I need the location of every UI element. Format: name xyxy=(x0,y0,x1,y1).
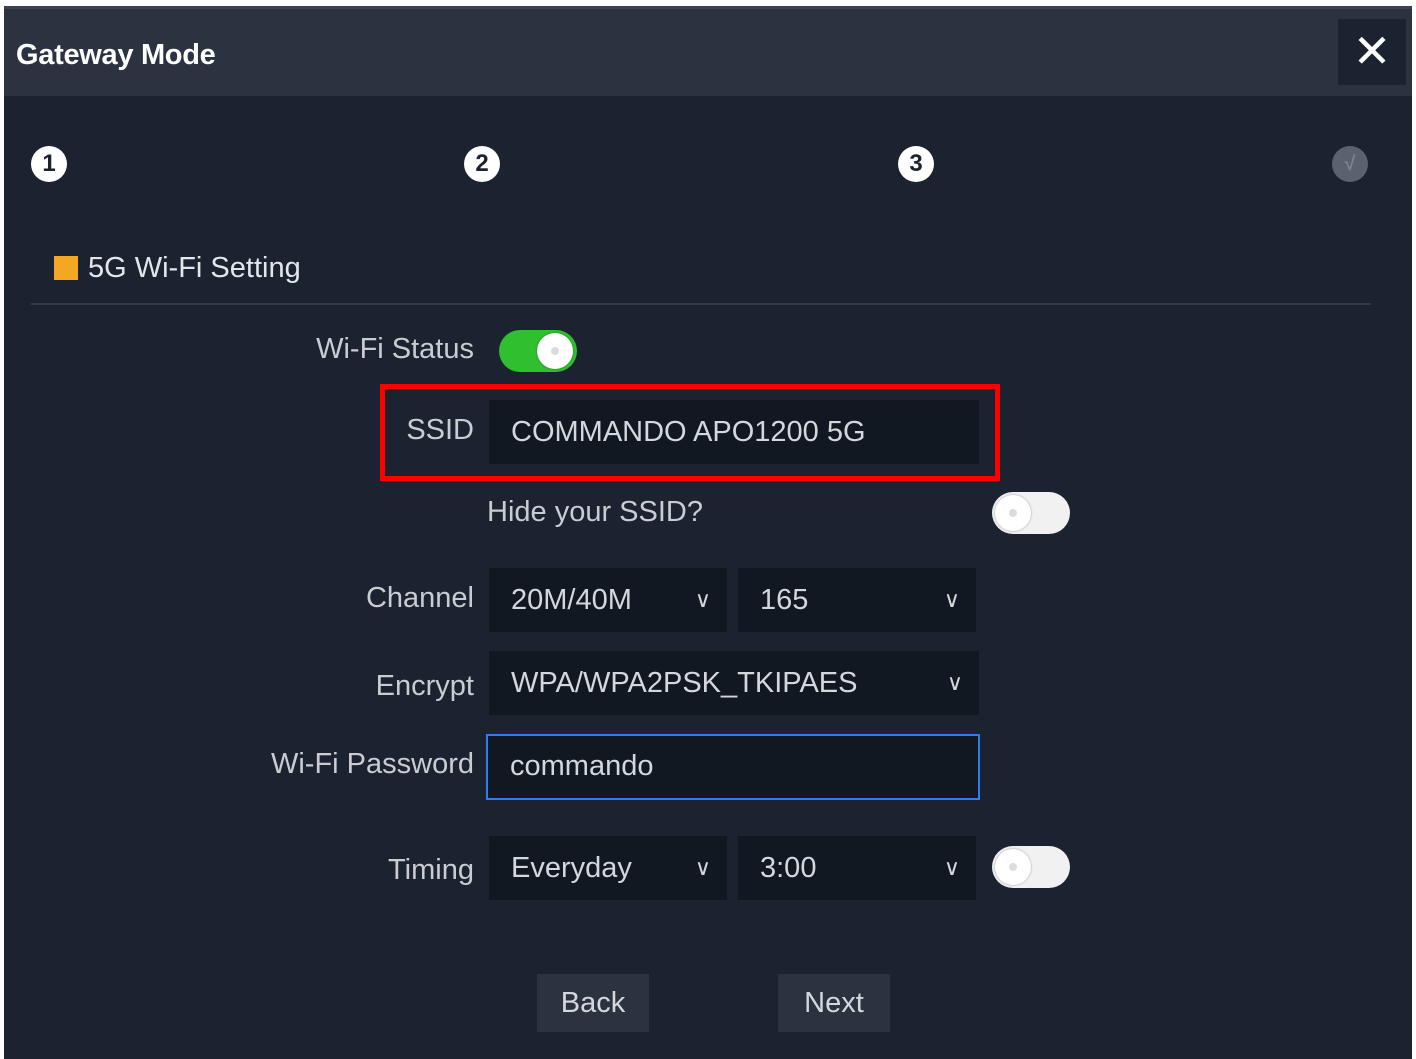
channel-label: Channel xyxy=(365,582,474,614)
section-header: 5G Wi-Fi Setting xyxy=(54,250,301,286)
dialog-titlebar: Gateway Mode ✕ xyxy=(4,6,1412,96)
ssid-input[interactable]: COMMANDO APO1200 5G xyxy=(489,400,979,464)
step-3-indicator: 3 xyxy=(898,146,934,182)
hide-ssid-toggle[interactable] xyxy=(992,492,1070,534)
wifi-status-label: Wi-Fi Status xyxy=(316,333,474,365)
section-divider xyxy=(31,303,1371,305)
channel-bandwidth-select[interactable]: 20M/40M ∨ xyxy=(489,568,727,632)
chevron-down-icon: ∨ xyxy=(943,855,960,880)
timing-day-value: Everyday xyxy=(511,852,632,884)
next-button[interactable]: Next xyxy=(778,974,890,1032)
ssid-label: SSID xyxy=(406,414,474,446)
toggle-knob xyxy=(537,333,573,369)
step-1-indicator: 1 xyxy=(31,146,67,182)
step-2-indicator: 2 xyxy=(464,146,500,182)
gateway-mode-dialog: Gateway Mode ✕ 1 2 3 √ 5G Wi-Fi Setting … xyxy=(4,6,1412,1059)
timing-time-value: 3:00 xyxy=(760,852,817,884)
channel-number-select[interactable]: 165 ∨ xyxy=(738,568,976,632)
timing-label: Timing xyxy=(388,854,474,886)
timing-day-select[interactable]: Everyday ∨ xyxy=(489,836,727,900)
chevron-down-icon: ∨ xyxy=(946,670,963,695)
chevron-down-icon: ∨ xyxy=(694,855,711,880)
encrypt-label: Encrypt xyxy=(375,670,474,702)
channel-number-value: 165 xyxy=(760,584,809,616)
chevron-down-icon: ∨ xyxy=(694,587,711,612)
close-icon[interactable]: ✕ xyxy=(1338,19,1406,85)
chevron-down-icon: ∨ xyxy=(943,587,960,612)
wifi-password-label: Wi-Fi Password xyxy=(270,748,474,780)
hide-ssid-label: Hide your SSID? xyxy=(487,496,703,528)
channel-bandwidth-value: 20M/40M xyxy=(511,584,632,616)
toggle-knob xyxy=(995,849,1031,885)
back-button[interactable]: Back xyxy=(537,974,649,1032)
section-title: 5G Wi-Fi Setting xyxy=(88,251,301,284)
encrypt-select[interactable]: WPA/WPA2PSK_TKIPAES ∨ xyxy=(489,651,979,715)
toggle-knob xyxy=(995,495,1031,531)
step-complete-icon: √ xyxy=(1332,146,1368,182)
section-marker-icon xyxy=(54,256,78,280)
wifi-password-input[interactable]: commando xyxy=(486,734,980,800)
wifi-status-toggle[interactable] xyxy=(499,330,577,372)
timing-time-select[interactable]: 3:00 ∨ xyxy=(738,836,976,900)
encrypt-value: WPA/WPA2PSK_TKIPAES xyxy=(511,667,858,699)
timing-toggle[interactable] xyxy=(992,846,1070,888)
dialog-title: Gateway Mode xyxy=(16,39,216,71)
